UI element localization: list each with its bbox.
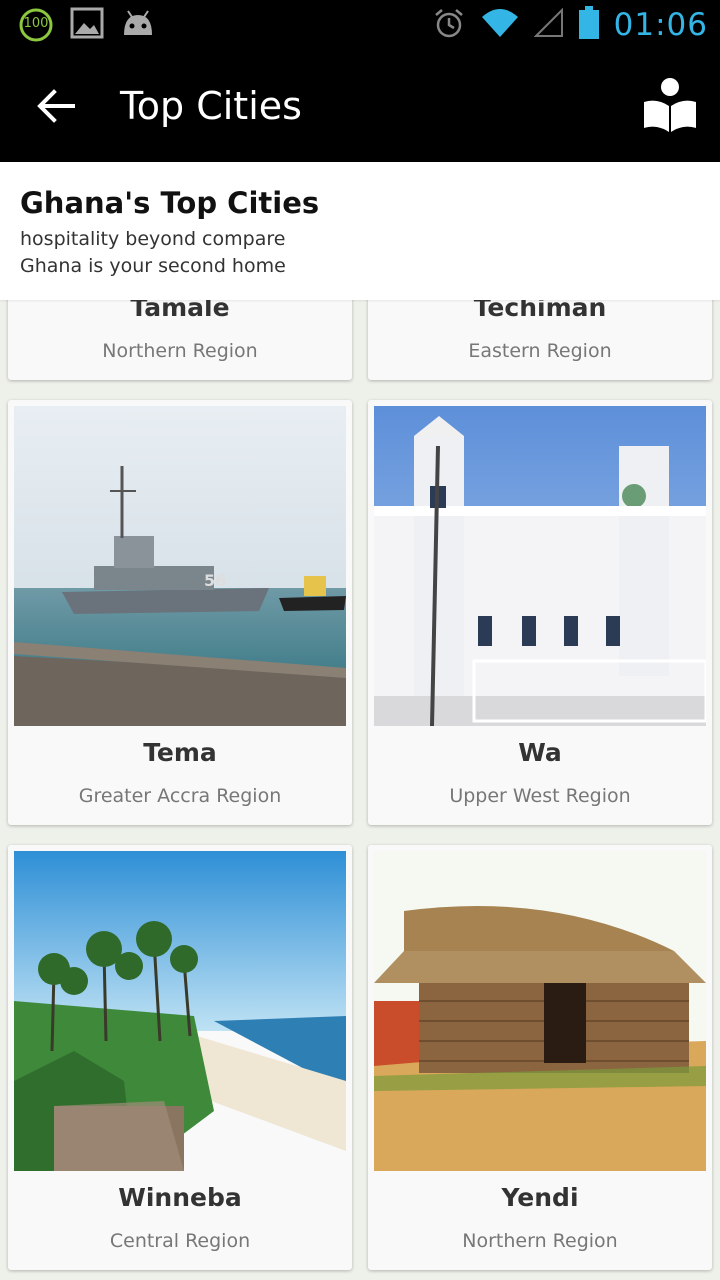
intro-card: Ghana's Top Cities hospitality beyond co…: [0, 162, 720, 300]
guide-book-button[interactable]: [642, 76, 698, 136]
city-card-techiman[interactable]: Techiman Eastern Region: [368, 300, 712, 380]
status-clock: 01:06: [613, 7, 708, 43]
city-card-tamale[interactable]: Tamale Northern Region: [8, 300, 352, 380]
arrow-left-icon: [37, 89, 75, 123]
android-notification-icon: [120, 9, 156, 41]
page-title: Top Cities: [120, 84, 302, 128]
yendi-hut-photo: [374, 851, 706, 1171]
winneba-beach-photo: [14, 851, 346, 1171]
city-name: Wa: [518, 738, 562, 767]
city-grid: Tamale Northern Region Techiman Eastern …: [0, 300, 720, 1280]
city-region: Upper West Region: [449, 785, 631, 807]
action-bar: Top Cities: [0, 50, 720, 162]
back-button[interactable]: [30, 80, 82, 132]
city-name: Tema: [143, 738, 217, 767]
alarm-icon: [432, 6, 466, 44]
intro-subtitle-line-1: hospitality beyond compare: [20, 228, 286, 250]
city-region: Northern Region: [462, 1230, 618, 1252]
city-region: Greater Accra Region: [78, 785, 282, 807]
city-card-tema[interactable]: 56 Tema Greater Accra Region: [8, 400, 352, 825]
intro-subtitle-line-2: Ghana is your second home: [20, 255, 286, 277]
battery-icon: [578, 6, 600, 44]
gallery-notification-icon: [70, 7, 104, 43]
wa-mosque-photo: [374, 406, 706, 726]
city-region: Eastern Region: [468, 340, 612, 362]
cell-signal-icon: [533, 7, 564, 42]
city-region: Northern Region: [102, 340, 258, 362]
city-card-wa[interactable]: Wa Upper West Region: [368, 400, 712, 825]
city-card-winneba[interactable]: Winneba Central Region: [8, 845, 352, 1270]
svg-text:56: 56: [204, 571, 226, 590]
city-name: Yendi: [501, 1183, 579, 1212]
status-bar: 100 01:06: [0, 0, 720, 50]
tema-harbor-photo: 56: [14, 406, 346, 726]
city-card-yendi[interactable]: Yendi Northern Region: [368, 845, 712, 1270]
city-region: Central Region: [109, 1230, 251, 1252]
wifi-icon: [480, 7, 520, 43]
city-name: Winneba: [118, 1183, 242, 1212]
book-reader-icon: [644, 78, 696, 132]
intro-title: Ghana's Top Cities: [20, 186, 320, 220]
battery-badge-text: 100: [23, 16, 49, 31]
city-name: Techiman: [473, 300, 607, 322]
battery-100-notification-icon: 100: [18, 7, 54, 43]
city-name: Tamale: [130, 300, 230, 322]
